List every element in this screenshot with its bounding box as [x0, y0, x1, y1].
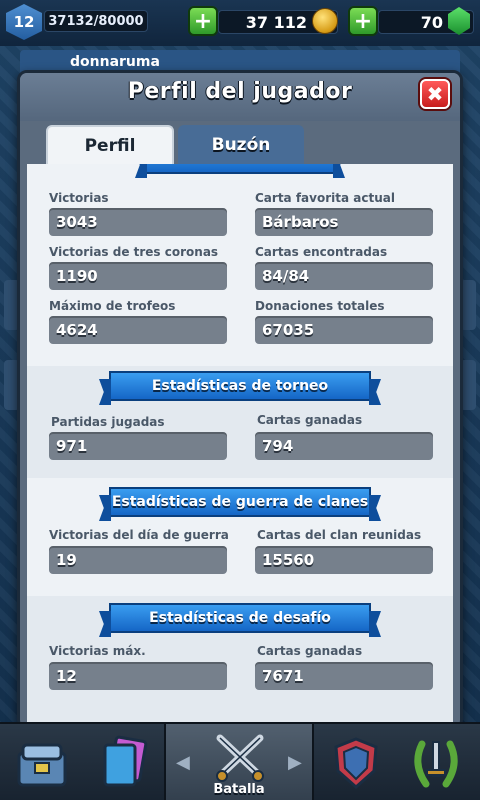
stat-label: Partidas jugadas: [51, 415, 165, 429]
stat-value: 971: [49, 432, 227, 460]
buy-gems-button[interactable]: +: [348, 6, 378, 36]
stat-label: Carta favorita actual: [255, 191, 395, 205]
stat-value: 15560: [255, 546, 433, 574]
stat-label: Cartas del clan reunidas: [257, 528, 422, 542]
stat-label: Cartas ganadas: [257, 413, 363, 427]
tab-inbox[interactable]: Buzón: [178, 125, 304, 165]
modal-header: Perfil del jugador ✖: [20, 73, 460, 121]
clan-war-section: Estadísticas de guerra de clanes Victori…: [27, 480, 453, 594]
tournament-laurel-icon: [414, 740, 458, 788]
clan-icon: [334, 737, 378, 790]
battle-swords-icon: [216, 734, 264, 782]
level-badge: 12: [6, 4, 42, 40]
shop-icon: [17, 743, 67, 787]
close-icon: ✖: [426, 82, 444, 106]
stat-label: Victorias de tres coronas: [49, 245, 219, 259]
stat-label: Cartas encontradas: [255, 245, 388, 259]
close-button[interactable]: ✖: [420, 79, 450, 109]
stat-value: 67035: [255, 316, 433, 344]
tournament-section: Estadísticas de torneo Partidas jugadas …: [27, 366, 453, 478]
stat-value: 3043: [49, 208, 227, 236]
nav-battle-label: Batalla: [213, 782, 265, 797]
nav-right-arrow-icon[interactable]: ▶: [288, 752, 302, 773]
cards-icon: [103, 735, 148, 787]
stat-label: Máximo de trofeos: [49, 299, 176, 313]
stat-value: 7671: [255, 662, 433, 690]
stat-label: Victorias máx.: [49, 644, 146, 658]
stat-value: 84/84: [255, 262, 433, 290]
challenge-section: Estadísticas de desafío Victorias máx. 1…: [27, 596, 453, 727]
section-ribbon: Estadísticas de guerra de clanes: [109, 487, 371, 517]
stat-label: Cartas ganadas: [257, 644, 363, 658]
tab-profile[interactable]: Perfil: [46, 125, 174, 165]
stat-label: Donaciones totales: [255, 299, 385, 313]
modal-title: Perfil del jugador: [127, 79, 353, 104]
bottom-navigation: ◀ ▶ Batalla: [0, 722, 480, 800]
stat-label: Victorias del día de guerra: [49, 528, 229, 542]
top-resource-bar: 12 37132/80000 + 37 112 + 70: [0, 0, 480, 46]
gold-coin-icon: [312, 8, 338, 34]
nav-cards[interactable]: [88, 732, 160, 794]
nav-shop[interactable]: [6, 732, 78, 794]
stat-value: 12: [49, 662, 227, 690]
nav-clan[interactable]: [320, 732, 392, 794]
buy-gold-button[interactable]: +: [188, 6, 218, 36]
stat-value: Bárbaros: [255, 208, 433, 236]
stat-value: 19: [49, 546, 227, 574]
nav-tournaments[interactable]: [400, 732, 472, 794]
profile-stats-section: Victorias 3043 Carta favorita actual Bár…: [27, 164, 453, 364]
section-ribbon: Estadísticas de torneo: [109, 371, 371, 401]
section-ribbon: Estadísticas de desafío: [109, 603, 371, 633]
stat-value: 1190: [49, 262, 227, 290]
stat-value: 4624: [49, 316, 227, 344]
player-profile-modal: Perfil del jugador ✖ Perfil Buzón Victor…: [17, 70, 463, 730]
experience-counter: 37132/80000: [44, 10, 148, 32]
nav-left-arrow-icon[interactable]: ◀: [176, 752, 190, 773]
stat-value: 794: [255, 432, 433, 460]
stat-label: Victorias: [49, 191, 109, 205]
profile-content: Victorias 3043 Carta favorita actual Bár…: [27, 164, 453, 727]
nav-battle-icon-wrap: [204, 726, 276, 788]
